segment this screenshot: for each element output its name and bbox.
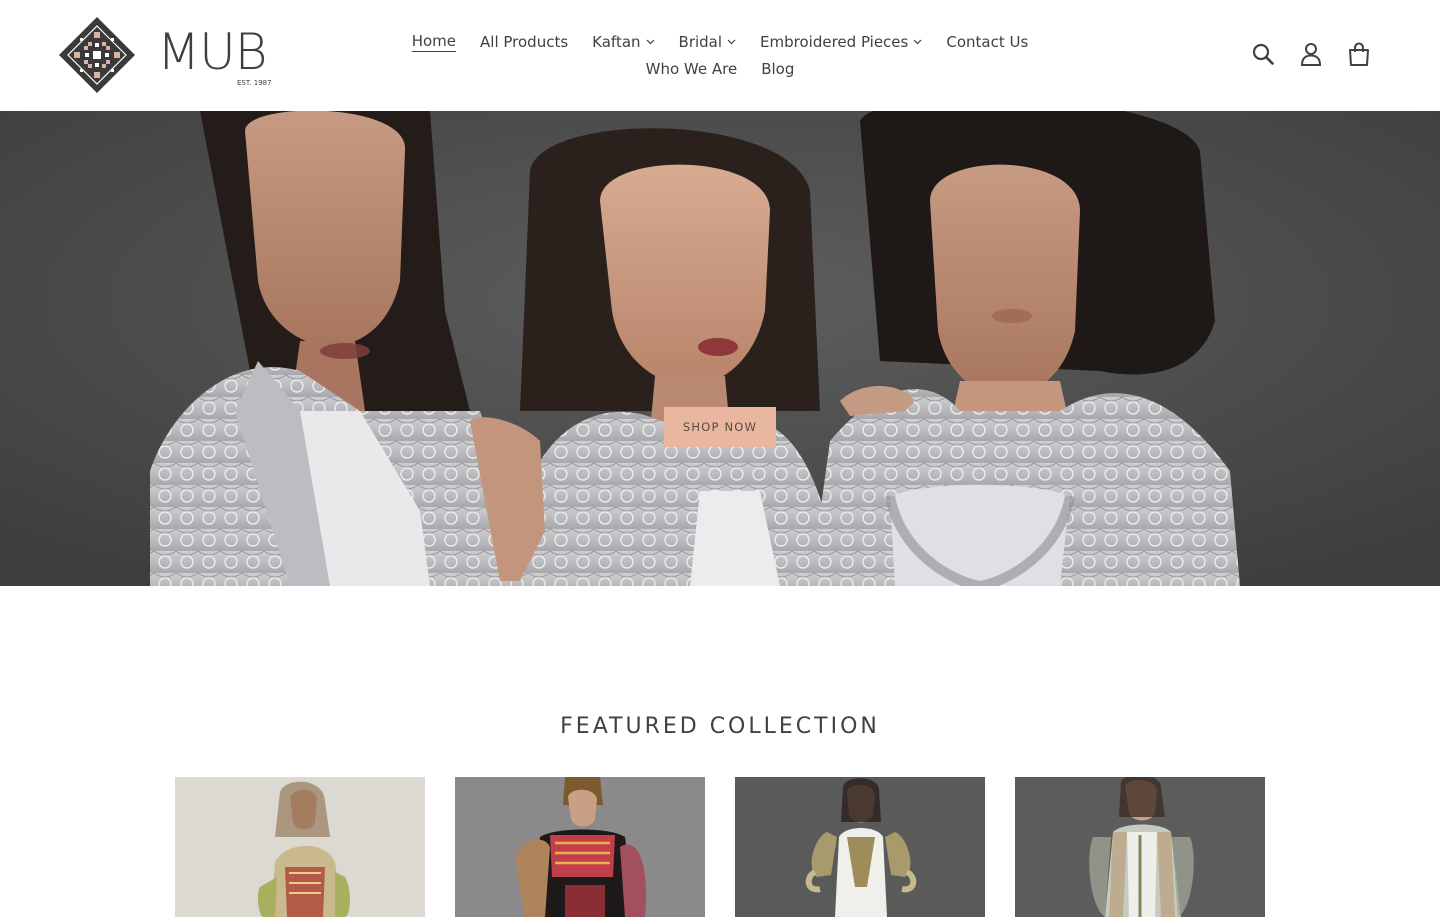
nav-row-primary: Home All Products Kaftan Bridal Embroide…	[360, 28, 1080, 55]
search-icon[interactable]	[1250, 40, 1276, 68]
nav-link-all-products[interactable]: All Products	[468, 32, 580, 52]
featured-collection-title: FEATURED COLLECTION	[560, 714, 880, 740]
account-icon[interactable]	[1298, 40, 1324, 68]
nav-link-embroidered-pieces[interactable]: Embroidered Pieces	[748, 32, 934, 52]
nav-row-secondary: Who We Are Blog	[360, 55, 1080, 82]
nav-link-label: Who We Are	[645, 59, 738, 78]
nav-link-label: Blog	[761, 59, 795, 78]
nav-link-contact-us[interactable]: Contact Us	[934, 32, 1040, 52]
logo-wordmark: MUB	[157, 23, 267, 81]
nav-link-label: Bridal	[678, 32, 723, 51]
chevron-down-icon	[727, 39, 736, 44]
hero-banner: SHOP NOW	[0, 111, 1440, 586]
nav-link-label: Kaftan	[592, 32, 641, 51]
product-image-1	[175, 777, 425, 917]
main-navigation: Home All Products Kaftan Bridal Embroide…	[360, 28, 1080, 82]
site-header: MUB EST. 1987 Home All Products Kaftan B…	[0, 0, 1440, 111]
logo-emblem-icon	[59, 17, 135, 93]
product-card-1[interactable]	[175, 777, 425, 917]
nav-link-label: Contact Us	[946, 32, 1029, 51]
product-image-4	[1015, 777, 1265, 917]
nav-link-kaftan[interactable]: Kaftan	[580, 32, 666, 52]
nav-link-home[interactable]: Home	[400, 31, 468, 52]
chevron-down-icon	[646, 39, 654, 44]
nav-link-label: Embroidered Pieces	[760, 32, 909, 51]
nav-link-bridal[interactable]: Bridal	[667, 32, 749, 52]
site-logo[interactable]: MUB EST. 1987	[58, 16, 278, 96]
chevron-down-icon	[913, 39, 922, 44]
logo-established: EST. 1987	[237, 79, 272, 87]
product-card-3[interactable]	[735, 777, 985, 917]
shop-now-button[interactable]: SHOP NOW	[664, 407, 776, 447]
featured-collection: FEATURED COLLECTION	[0, 586, 1440, 917]
nav-link-blog[interactable]: Blog	[749, 59, 806, 79]
nav-link-label: Home	[411, 32, 457, 52]
product-card-4[interactable]	[1015, 777, 1265, 917]
product-image-3	[735, 777, 985, 917]
product-card-2[interactable]	[455, 777, 705, 917]
hero-image	[0, 111, 1440, 586]
header-actions	[1250, 40, 1372, 68]
cart-icon[interactable]	[1346, 40, 1372, 68]
product-grid	[175, 777, 1265, 917]
nav-link-label: All Products	[480, 32, 569, 51]
nav-link-who-we-are[interactable]: Who We Are	[634, 59, 750, 79]
product-image-2	[455, 777, 705, 917]
